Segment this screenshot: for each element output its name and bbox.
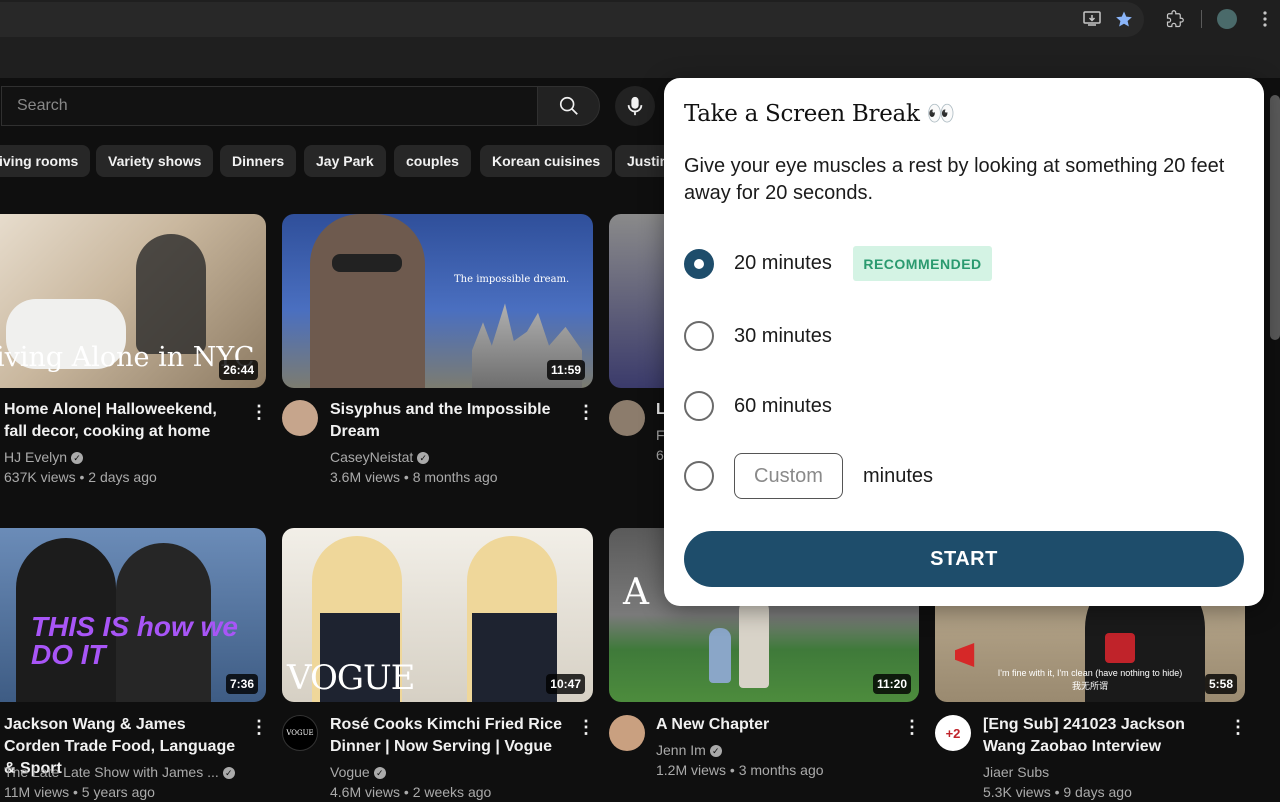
video-duration: 11:59 <box>546 360 585 380</box>
more-actions-icon[interactable]: ⋮ <box>903 717 921 737</box>
thumbnail-overlay-text: VOGUE <box>287 658 415 698</box>
popup-title: Take a Screen Break 👀 <box>684 101 955 127</box>
thumbnail-overlay-text: THIS IS how we DO IT <box>31 611 238 670</box>
video-duration: 26:44 <box>219 360 258 380</box>
more-actions-icon[interactable]: ⋮ <box>577 717 595 737</box>
video-stats: 6 <box>656 447 664 463</box>
more-actions-icon[interactable]: ⋮ <box>250 717 268 737</box>
chip-couples[interactable]: couples <box>394 145 471 177</box>
thumbnail-overlay-text: A <box>623 572 649 613</box>
chip-jay-park[interactable]: Jay Park <box>304 145 386 177</box>
channel-name-text: Jenn Im <box>656 742 706 758</box>
video-thumbnail[interactable]: The impossible dream. 11:59 <box>282 214 593 388</box>
verified-icon: ✓ <box>222 767 235 780</box>
recommended-badge: RECOMMENDED <box>853 246 992 281</box>
install-app-icon[interactable] <box>1081 8 1103 30</box>
start-button[interactable]: START <box>684 531 1244 587</box>
channel-avatar[interactable]: VOGUE <box>282 715 318 751</box>
channel-name-text: Vogue <box>330 764 370 780</box>
channel-name[interactable]: Vogue ✓ <box>330 762 386 782</box>
channel-avatar[interactable] <box>282 400 318 436</box>
channel-name[interactable]: The Late Late Show with James ... ✓ <box>4 762 235 782</box>
address-bar[interactable] <box>0 2 1144 37</box>
custom-minutes-input[interactable]: Custom <box>734 453 843 499</box>
video-title[interactable]: [Eng Sub] 241023 Jackson Wang Zaobao Int… <box>983 714 1223 758</box>
video-stats: 1.2M views • 3 months ago <box>656 762 824 778</box>
video-title[interactable]: Rosé Cooks Kimchi Fried Rice Dinner | No… <box>330 714 570 758</box>
video-duration: 11:20 <box>872 674 911 694</box>
microphone-icon <box>627 96 643 116</box>
channel-name[interactable]: CaseyNeistat ✓ <box>330 447 430 467</box>
video-stats: 3.6M views • 8 months ago <box>330 469 498 485</box>
thumbnail-overlay-text: iving Alone in NYC <box>0 342 255 373</box>
channel-name-text: HJ Evelyn <box>4 449 68 465</box>
option-label-30-minutes[interactable]: 30 minutes <box>734 325 832 348</box>
browser-menu-icon[interactable] <box>1254 8 1276 30</box>
thumbnail-overlay-text: The impossible dream. <box>454 274 570 285</box>
chip-korean-cuisines[interactable]: Korean cuisines <box>480 145 613 177</box>
screen-break-popup: Take a Screen Break 👀 Give your eye musc… <box>664 78 1264 606</box>
radio-30-minutes[interactable] <box>684 321 714 351</box>
channel-name[interactable]: Jenn Im ✓ <box>656 740 722 760</box>
video-title[interactable]: Sisyphus and the Impossible Dream <box>330 399 570 443</box>
radio-20-minutes[interactable] <box>684 249 714 279</box>
verified-icon: ✓ <box>71 452 84 465</box>
search-button[interactable] <box>537 86 600 126</box>
video-stats: 5.3K views • 9 days ago <box>983 784 1132 800</box>
video-title[interactable]: Home Alone| Halloweekend, fall decor, co… <box>4 399 244 443</box>
video-stats: 4.6M views • 2 weeks ago <box>330 784 492 800</box>
video-thumbnail[interactable]: iving Alone in NYC 26:44 <box>0 214 266 388</box>
channel-avatar[interactable]: +2 <box>935 715 971 751</box>
chip-living-rooms[interactable]: iving rooms <box>0 145 91 177</box>
video-title[interactable]: A New Chapter <box>656 714 896 736</box>
toolbar-divider <box>1201 10 1202 28</box>
chip-dinners[interactable]: Dinners <box>220 145 297 177</box>
browser-toolbar <box>0 0 1280 78</box>
search-icon <box>559 96 578 115</box>
video-thumbnail[interactable]: VOGUE 10:47 <box>282 528 593 702</box>
video-duration: 5:58 <box>1204 674 1237 694</box>
custom-unit-label: minutes <box>863 465 934 487</box>
verified-icon: ✓ <box>417 452 430 465</box>
channel-name[interactable]: HJ Evelyn ✓ <box>4 447 84 467</box>
profile-avatar-icon[interactable] <box>1216 8 1238 30</box>
popup-description: Give your eye muscles a rest by looking … <box>684 155 1225 204</box>
channel-name-text: CaseyNeistat <box>330 449 414 465</box>
search-placeholder: Search <box>17 97 68 114</box>
channel-name-text: The Late Late Show with James ... <box>4 764 219 780</box>
channel-name[interactable]: Jiaer Subs <box>983 762 1049 782</box>
more-actions-icon[interactable]: ⋮ <box>250 402 268 422</box>
search-input[interactable]: Search <box>1 86 537 126</box>
video-duration: 10:47 <box>546 674 585 694</box>
subtitle-text-chinese: 我无所谓 <box>1071 681 1108 691</box>
voice-search-button[interactable] <box>615 86 655 126</box>
video-duration: 7:36 <box>225 674 258 694</box>
channel-avatar[interactable] <box>609 715 645 751</box>
video-thumbnail[interactable] <box>609 214 669 388</box>
video-stats: 637K views • 2 days ago <box>4 469 157 485</box>
more-actions-icon[interactable]: ⋮ <box>577 402 595 422</box>
video-thumbnail[interactable]: THIS IS how we DO IT 7:36 <box>0 528 266 702</box>
page-scrollbar[interactable] <box>1270 95 1280 340</box>
verified-icon: ✓ <box>373 767 386 780</box>
chip-variety-shows[interactable]: Variety shows <box>96 145 214 177</box>
video-stats: 11M views • 5 years ago <box>4 784 155 800</box>
option-label-20-minutes[interactable]: 20 minutes <box>734 252 832 275</box>
channel-avatar[interactable] <box>609 400 645 436</box>
radio-custom[interactable] <box>684 461 714 491</box>
subtitle-text: I'm fine with it, I'm clean (have nothin… <box>997 668 1183 678</box>
extensions-puzzle-icon[interactable] <box>1164 8 1186 30</box>
radio-60-minutes[interactable] <box>684 391 714 421</box>
option-label-60-minutes[interactable]: 60 minutes <box>734 395 832 418</box>
verified-icon: ✓ <box>709 745 722 758</box>
bookmark-star-icon[interactable] <box>1113 8 1135 30</box>
more-actions-icon[interactable]: ⋮ <box>1229 717 1247 737</box>
